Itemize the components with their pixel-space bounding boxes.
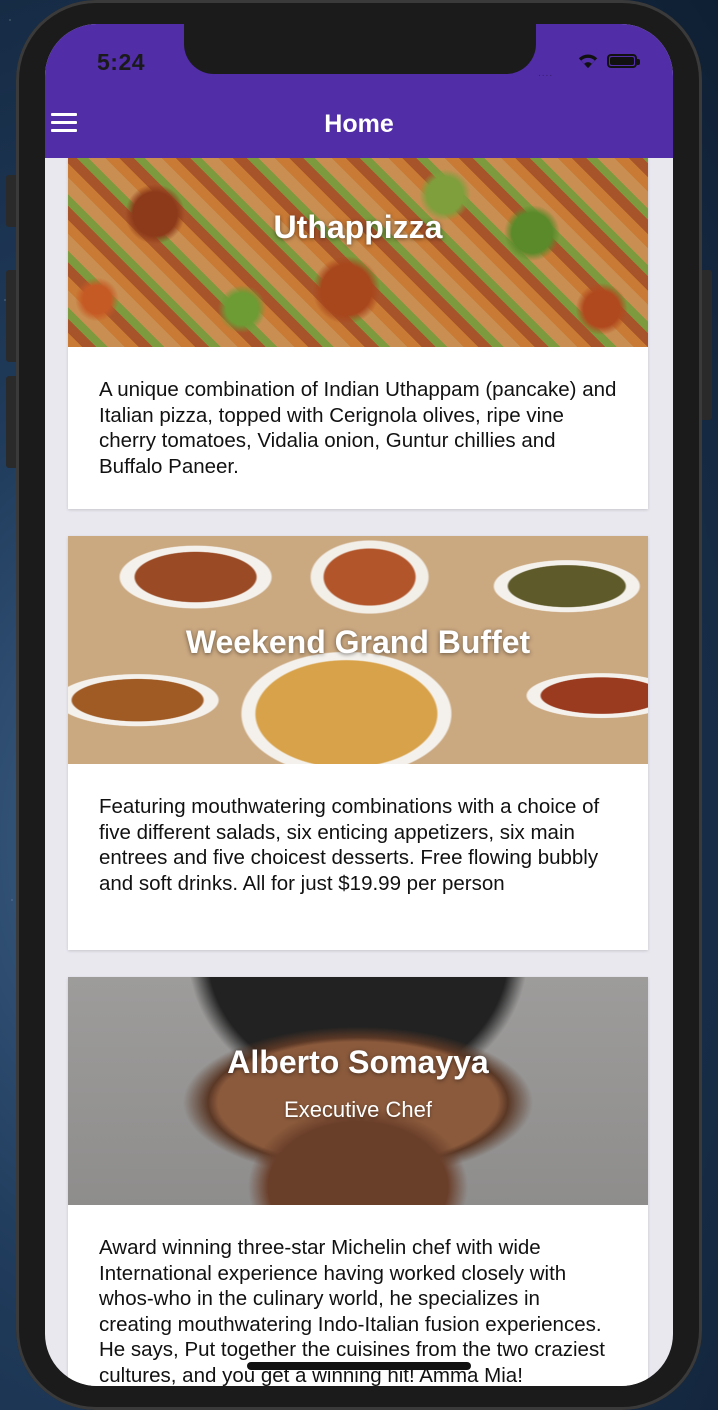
card-description: Award winning three-star Michelin chef w…: [99, 1236, 605, 1386]
card-description: Featuring mouthwatering combinations wit…: [99, 795, 600, 895]
buffet-photo: Weekend Grand Buffet: [68, 536, 648, 764]
card-title: Alberto Somayya: [227, 1044, 489, 1080]
card-weekend-grand-buffet: Weekend Grand Buffet Featuring mouthwate…: [68, 536, 648, 950]
pizza-photo: Uthappizza: [68, 158, 648, 347]
signal-icon: ....: [538, 68, 554, 79]
card-title: Uthappizza: [273, 209, 443, 245]
status-time: 5:24: [97, 49, 146, 75]
card-subtitle: Executive Chef: [284, 1097, 432, 1122]
scroll-content[interactable]: Uthappizza A unique combination of India…: [45, 158, 673, 1386]
card-alberto-somayya: Alberto Somayya Executive Chef Award win…: [68, 977, 648, 1386]
device-notch: [184, 24, 536, 74]
card-title: Weekend Grand Buffet: [185, 624, 531, 660]
chef-photo: Alberto Somayya Executive Chef: [68, 977, 648, 1205]
phone-screen: 5:24 .... Home Uthappizza A unique combi…: [45, 24, 673, 1386]
home-indicator[interactable]: [247, 1362, 471, 1370]
app-header: 5:24 .... Home: [45, 24, 673, 158]
wifi-icon: [576, 50, 600, 70]
card-uthappizza: Uthappizza A unique combination of India…: [68, 158, 648, 509]
page-title: Home: [324, 110, 394, 138]
battery-full-icon: [607, 54, 640, 68]
card-description: A unique combination of Indian Uthappam …: [99, 378, 617, 478]
